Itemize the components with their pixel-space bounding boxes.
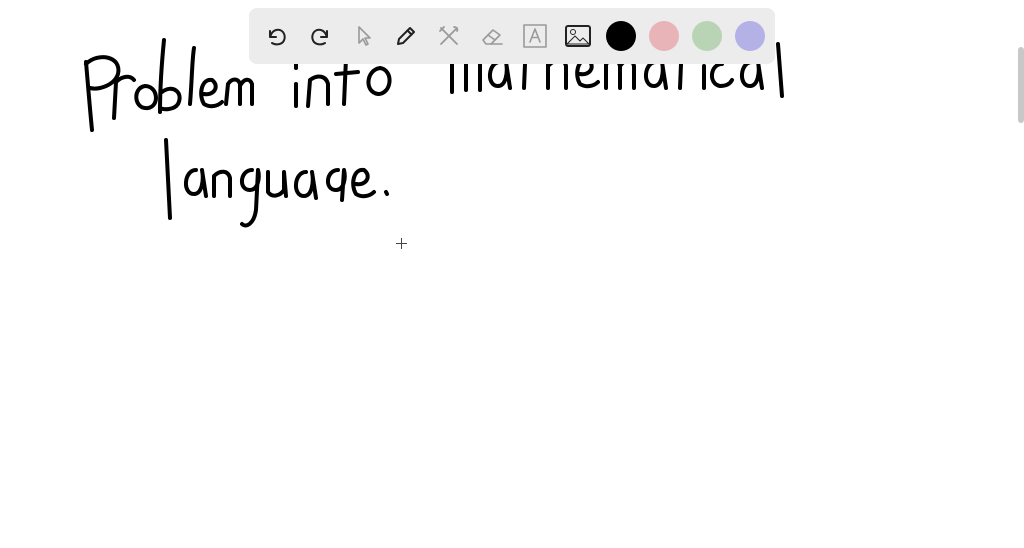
color-swatch (606, 21, 636, 51)
drawing-toolbar (249, 8, 775, 64)
redo-icon (311, 28, 328, 46)
color-swatch-pink[interactable] (644, 16, 684, 56)
color-swatch (692, 21, 722, 51)
color-swatch (649, 21, 679, 51)
color-swatch-green[interactable] (687, 16, 727, 56)
image-icon (565, 25, 591, 47)
undo-button[interactable] (257, 16, 297, 56)
vertical-scrollbar[interactable] (1018, 47, 1024, 123)
eraser-icon (482, 29, 503, 45)
tools-button[interactable] (429, 16, 469, 56)
pointer-icon (358, 26, 371, 46)
undo-icon (269, 28, 286, 46)
crosshair-cursor (396, 238, 407, 249)
select-button[interactable] (343, 16, 383, 56)
color-swatch-purple[interactable] (730, 16, 770, 56)
handwriting-ink (84, 34, 784, 228)
redo-button[interactable] (300, 16, 340, 56)
color-swatch (735, 21, 765, 51)
pencil-icon (397, 27, 415, 45)
text-box-icon (523, 24, 547, 48)
tools-icon (439, 26, 459, 45)
image-button[interactable] (558, 16, 598, 56)
eraser-button[interactable] (472, 16, 512, 56)
text-button[interactable] (515, 16, 555, 56)
pen-button[interactable] (386, 16, 426, 56)
whiteboard-canvas[interactable] (0, 0, 1024, 548)
color-swatch-black[interactable] (601, 16, 641, 56)
